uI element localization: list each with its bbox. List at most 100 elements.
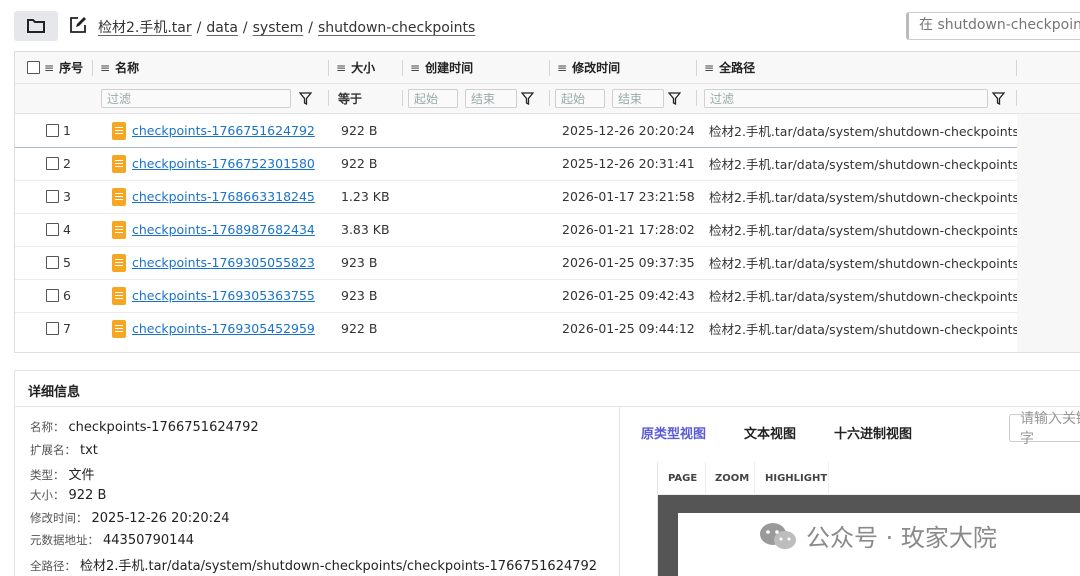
breadcrumb-item-system[interactable]: system	[253, 20, 304, 36]
row-modified: 2026-01-25 09:44:12	[562, 321, 695, 336]
row-index: 4	[63, 222, 71, 237]
column-menu-icon[interactable]: ≡	[44, 61, 54, 75]
edit-icon	[70, 17, 86, 33]
created-start-input[interactable]: 起始	[408, 89, 458, 108]
viewer-page-button[interactable]: PAGE	[668, 473, 697, 484]
column-name-header[interactable]: ≡ 名称	[100, 52, 139, 83]
row-checkbox[interactable]	[46, 124, 59, 137]
column-size-header[interactable]: ≡ 大小	[336, 52, 375, 83]
row-size: 3.83 KB	[341, 222, 390, 237]
table-row[interactable]: 5 checkpoints-1769305055823 923 B 2026-0…	[15, 246, 1031, 280]
row-checkbox[interactable]	[46, 190, 59, 203]
file-name-link[interactable]: checkpoints-1769305363755	[132, 288, 315, 303]
row-path: 检材2.手机.tar/data/system/shutdown-checkpoi…	[709, 289, 1031, 304]
column-menu-icon[interactable]: ≡	[336, 61, 346, 75]
table-row[interactable]: 6 checkpoints-1769305363755 923 B 2026-0…	[15, 279, 1031, 313]
row-index: 7	[63, 321, 71, 336]
row-checkbox[interactable]	[46, 223, 59, 236]
edit-path-button[interactable]	[68, 15, 88, 35]
row-size: 922 B	[341, 156, 378, 171]
breadcrumb-item-data[interactable]: data	[206, 20, 238, 36]
detail-fullpath: 全路径： 检材2.手机.tar/data/system/shutdown-chec…	[30, 559, 598, 574]
column-fullpath-label: 全路径	[719, 61, 756, 75]
row-modified: 2026-01-25 09:37:35	[562, 255, 695, 270]
filter-icon[interactable]	[990, 90, 1006, 106]
tab-text-view[interactable]: 文本视图	[744, 423, 796, 442]
column-menu-icon[interactable]: ≡	[557, 61, 567, 75]
watermark-text: 公众号 · 玫家大院	[806, 524, 997, 552]
column-menu-icon[interactable]: ≡	[100, 61, 110, 75]
viewer-highlight-button[interactable]: HIGHLIGHT	[765, 473, 827, 484]
file-name-link[interactable]: checkpoints-1769305055823	[132, 255, 315, 270]
viewer-toolbar: PAGE ZOOM HIGHLIGHT	[658, 462, 1080, 495]
filter-icon[interactable]	[666, 90, 682, 106]
viewer-zoom-button[interactable]: ZOOM	[715, 473, 749, 484]
column-index-header[interactable]: ≡ 序号	[27, 52, 83, 83]
created-end-input[interactable]: 结束	[465, 89, 517, 108]
detail-type: 类型： 文件	[30, 468, 95, 483]
row-index: 3	[63, 189, 71, 204]
column-menu-icon[interactable]: ≡	[410, 61, 420, 75]
row-size: 922 B	[341, 123, 378, 138]
name-filter-input[interactable]: 过滤	[101, 89, 291, 108]
row-path: 检材2.手机.tar/data/system/shutdown-checkpoi…	[709, 157, 1031, 172]
row-size: 1.23 KB	[341, 189, 390, 204]
row-checkbox[interactable]	[46, 157, 59, 170]
row-modified: 2026-01-21 17:28:02	[562, 222, 695, 237]
filter-icon[interactable]	[297, 90, 313, 106]
file-icon	[112, 319, 126, 338]
column-index-label: 序号	[59, 61, 84, 75]
file-name-link[interactable]: checkpoints-1766751624792	[132, 123, 315, 138]
detail-extension: 扩展名： txt	[30, 443, 98, 458]
search-input[interactable]	[917, 16, 1080, 34]
detail-modified: 修改时间： 2025-12-26 20:20:24	[30, 511, 230, 526]
column-created-label: 创建时间	[425, 61, 474, 75]
table-row[interactable]: 1 checkpoints-1766751624792 922 B 2025-1…	[15, 114, 1031, 148]
column-menu-icon[interactable]: ≡	[704, 61, 714, 75]
table-row[interactable]: 2 checkpoints-1766752301580 922 B 2025-1…	[15, 147, 1031, 181]
row-checkbox[interactable]	[46, 322, 59, 335]
modified-end-input[interactable]: 结束	[612, 89, 664, 108]
modified-start-input[interactable]: 起始	[555, 89, 605, 108]
folder-button[interactable]	[14, 11, 58, 41]
row-checkbox[interactable]	[46, 289, 59, 302]
table-row[interactable]: 3 checkpoints-1768663318245 1.23 KB 2026…	[15, 180, 1031, 214]
folder-icon	[27, 19, 45, 33]
select-all-checkbox[interactable]	[27, 61, 40, 74]
file-name-link[interactable]: checkpoints-1766752301580	[132, 156, 315, 171]
column-created-header[interactable]: ≡ 创建时间	[410, 52, 473, 83]
size-filter-operator[interactable]: 等于	[338, 90, 362, 107]
path-filter-input[interactable]: 过滤	[704, 89, 988, 108]
file-icon	[112, 187, 126, 206]
tab-native-view[interactable]: 原类型视图	[641, 423, 706, 442]
detail-name: 名称： checkpoints-1766751624792	[30, 420, 259, 435]
row-modified: 2026-01-25 09:42:43	[562, 288, 695, 303]
row-modified: 2025-12-26 20:31:41	[562, 156, 695, 171]
file-name-link[interactable]: checkpoints-1769305452959	[132, 321, 315, 336]
column-fullpath-header[interactable]: ≡ 全路径	[704, 52, 755, 83]
top-bar: 检材2.手机.tar / data / system / shutdown-checkpoi…	[0, 0, 1080, 50]
column-modified-header[interactable]: ≡ 修改时间	[557, 52, 620, 83]
table-row[interactable]: 7 checkpoints-1769305452959 922 B 2026-0…	[15, 312, 1031, 345]
column-modified-label: 修改时间	[572, 61, 621, 75]
keyword-search-input[interactable]: 请输入关键字	[1009, 411, 1080, 447]
file-name-link[interactable]: checkpoints-1768663318245	[132, 189, 315, 204]
file-icon	[112, 286, 126, 305]
row-path: 检材2.手机.tar/data/system/shutdown-checkpoi…	[709, 256, 1031, 271]
detail-metadata-address: 元数据地址： 44350790144	[30, 533, 194, 548]
filter-icon[interactable]	[519, 90, 535, 106]
row-checkbox[interactable]	[46, 256, 59, 269]
breadcrumb-root[interactable]: 检材2.手机.tar	[98, 20, 192, 36]
row-path: 检材2.手机.tar/data/system/shutdown-checkpoi…	[709, 223, 1031, 238]
table-empty-area	[1017, 114, 1080, 352]
row-size: 922 B	[341, 321, 378, 336]
tab-hex-view[interactable]: 十六进制视图	[834, 423, 912, 442]
row-index: 5	[63, 255, 71, 270]
breadcrumb-item-shutdown-checkpoints[interactable]: shutdown-checkpoints	[318, 20, 475, 36]
table-row[interactable]: 4 checkpoints-1768987682434 3.83 KB 2026…	[15, 213, 1031, 247]
file-icon	[112, 253, 126, 272]
breadcrumb: 检材2.手机.tar / data / system / shutdown-checkpoi…	[98, 17, 475, 37]
row-modified: 2026-01-17 23:21:58	[562, 189, 695, 204]
file-name-link[interactable]: checkpoints-1768987682434	[132, 222, 315, 237]
search-box[interactable]	[906, 12, 1080, 40]
